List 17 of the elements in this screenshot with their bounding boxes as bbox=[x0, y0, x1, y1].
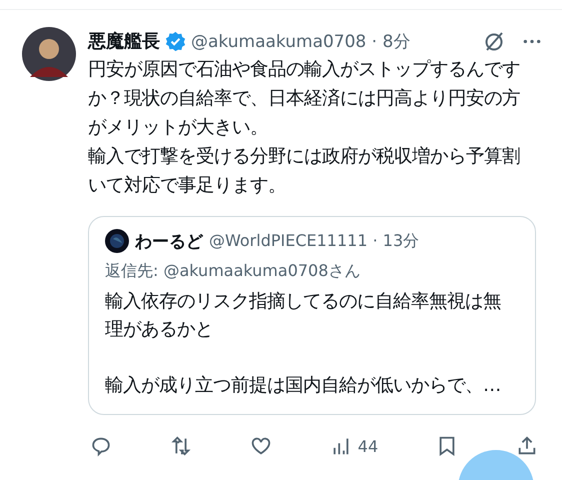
handle-and-time: @akumaakuma0708 · 8分 bbox=[191, 30, 410, 52]
heart-icon[interactable] bbox=[250, 435, 272, 457]
quoted-handle-and-time: @WorldPIECE11111 · 13分 bbox=[209, 230, 420, 252]
avatar-icon[interactable] bbox=[22, 27, 76, 81]
quoted-post[interactable]: わーるど @WorldPIECE11111 · 13分 返信先: @akumaakuma0708さん 輸入依存のリスク指摘してるのに自給率無視は無理があるかと 輸入が成り立つ前提は国内自給が低いからで、… bbox=[88, 216, 536, 415]
quoted-text: 輸入が成り立つ前提は国内自給が低いからで、… bbox=[105, 374, 502, 398]
repost-icon[interactable] bbox=[170, 435, 192, 457]
post-text: 円安が原因で石油や食品の輸入がストップするんですか？現状の自給率で、日本経済には円高より円安の方がメリットが大きい。 bbox=[88, 58, 521, 140]
post-text: 輸入で打撃を受ける分野には政府が税収増から予算割いて対応で事足ります。 bbox=[88, 145, 521, 198]
view-count: 44 bbox=[358, 436, 378, 456]
quoted-author-name: わーるど bbox=[135, 230, 203, 252]
reply-icon[interactable] bbox=[90, 435, 112, 457]
reply-to-text: 返信先: @akumaakuma0708さん bbox=[105, 261, 362, 282]
quoted-text: 輸入依存のリスク指摘してるのに自給率無視は無理があるかと bbox=[105, 290, 502, 342]
globe-icon bbox=[105, 229, 129, 253]
author-name[interactable]: 悪魔艦長 bbox=[88, 29, 160, 53]
more-icon[interactable] bbox=[522, 38, 542, 44]
